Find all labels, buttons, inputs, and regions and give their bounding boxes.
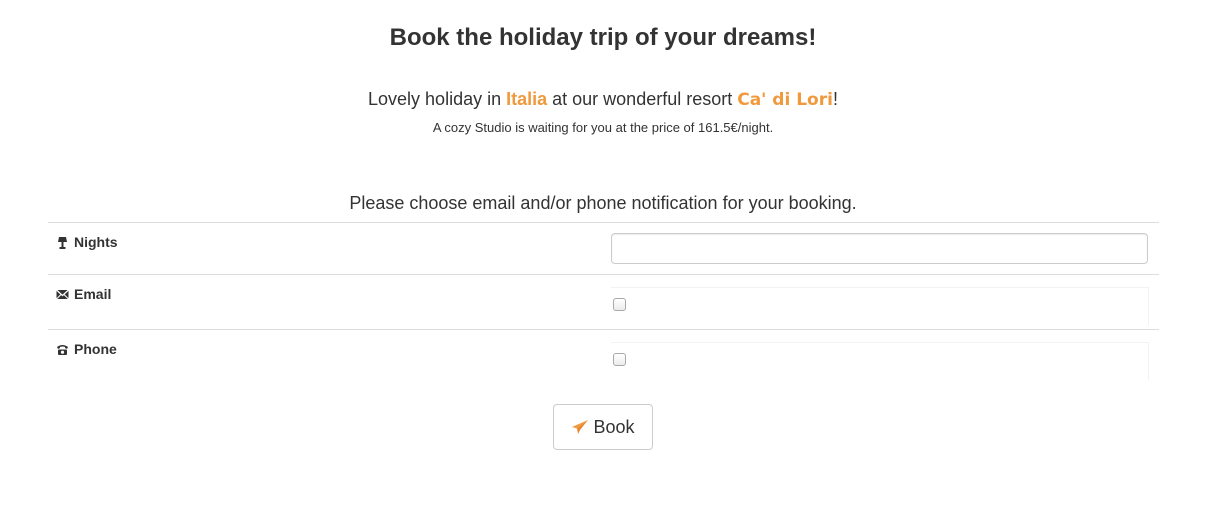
nights-label-text: Nights: [74, 234, 118, 250]
offer-text: A cozy Studio is waiting for you at the …: [432, 120, 774, 135]
phone-icon: [57, 344, 68, 355]
book-button[interactable]: Book: [553, 404, 653, 450]
phone-row: Phone: [48, 329, 1159, 380]
email-row: Email: [48, 274, 1159, 329]
email-checkbox-cell: [611, 287, 1149, 325]
phone-checkbox-cell: [611, 342, 1149, 380]
email-label-text: Email: [74, 286, 112, 302]
phone-checkbox[interactable]: [613, 353, 626, 366]
intro-prefix: Lovely holiday in: [368, 89, 507, 109]
email-checkbox[interactable]: [613, 298, 626, 311]
phone-label: Phone: [56, 341, 117, 357]
paper-plane-icon: [572, 420, 589, 434]
page-title: Book the holiday trip of your dreams!: [389, 24, 817, 51]
nights-row: Nights: [48, 222, 1159, 274]
email-label: Email: [56, 286, 111, 302]
booking-page: Book the holiday trip of your dreams! Lo…: [0, 0, 1226, 507]
phone-label-text: Phone: [74, 341, 117, 357]
nights-label: Nights: [56, 234, 118, 250]
country-name: Italia: [506, 89, 548, 109]
envelope-icon: [56, 289, 69, 299]
lamp-icon: [58, 236, 67, 249]
book-button-label: Book: [593, 416, 635, 437]
intro-middle: at our wonderful resort: [547, 89, 738, 109]
intro-line: Lovely holiday in Italia at our wonderfu…: [0, 89, 1206, 110]
booking-form-table: Nights Email Phone: [48, 222, 1159, 380]
nights-input[interactable]: [611, 233, 1148, 264]
form-instruction: Please choose email and/or phone notific…: [349, 193, 857, 213]
resort-name: Ca' di Lori: [737, 90, 833, 110]
intro-suffix: !: [832, 89, 838, 109]
